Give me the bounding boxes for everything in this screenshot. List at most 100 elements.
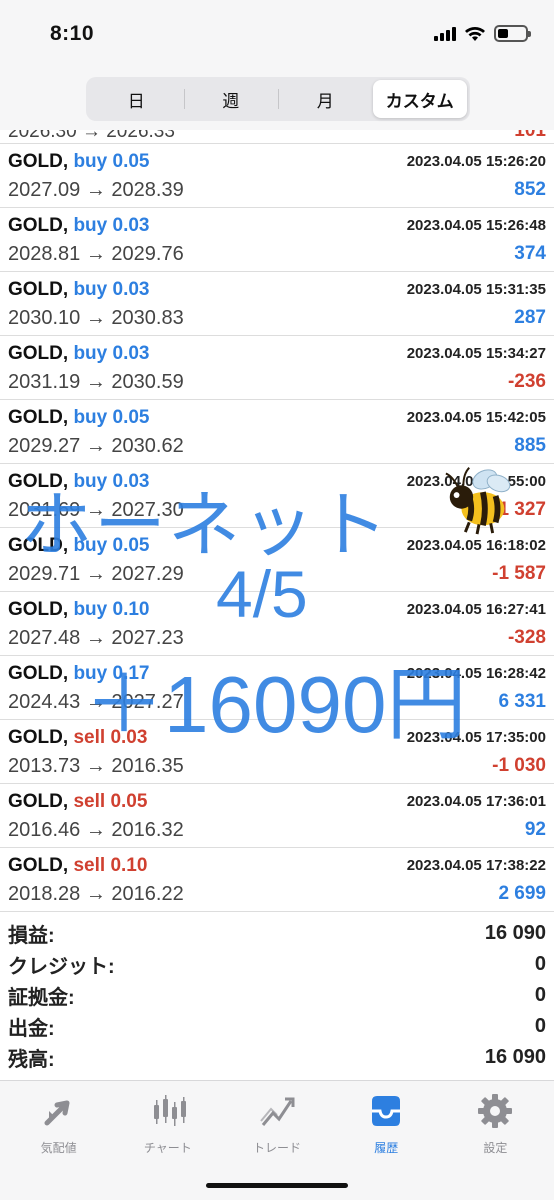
tab-chart[interactable]: チャート <box>113 1081 222 1200</box>
symbol-name: GOLD, <box>8 343 69 364</box>
trade-time: 2023.04.05 16:28:42 <box>406 665 546 682</box>
summary-value: 0 <box>534 953 546 975</box>
summary-label: 残高: <box>8 1049 55 1071</box>
trade-side: buy <box>73 343 108 364</box>
trade-side: buy <box>73 215 108 236</box>
trade-profit: 6 331 <box>498 691 546 712</box>
trade-volume: 0.10 <box>110 855 148 876</box>
list-item[interactable]: GOLD, buy 0.05 2023.04.05 16:18:02 2029.71… <box>0 528 554 592</box>
trade-symbol: GOLD, buy 0.05 <box>8 407 150 429</box>
trade-prices: 2018.28 → 2016.22 <box>8 883 184 905</box>
symbol-name: GOLD, <box>8 791 69 812</box>
period-filter-bar: 日週月カスタム <box>0 72 554 130</box>
summary-row-profit: 損益: 16 090 <box>0 918 554 949</box>
summary-row-balance: 残高: 16 090 <box>0 1042 554 1073</box>
list-item[interactable]: GOLD, buy 0.17 2023.04.05 16:28:42 2024.43… <box>0 656 554 720</box>
settings-icon <box>478 1094 513 1128</box>
list-item-partial[interactable]: 2026.30 → 2026.33 101 <box>0 130 554 144</box>
trade-volume: 0.10 <box>112 599 150 620</box>
symbol-name: GOLD, <box>8 407 69 428</box>
bottom-tab-bar: 気配値 チャート トレード 履歴 設定 <box>0 1080 554 1200</box>
summary-row-withdrawal: 出金: 0 <box>0 1011 554 1042</box>
summary-value: 16 090 <box>484 922 546 944</box>
trade-side: buy <box>73 407 108 428</box>
trade-side: buy <box>73 471 108 492</box>
trade-volume: 0.03 <box>112 215 150 236</box>
segment-week[interactable]: 週 <box>183 80 279 118</box>
list-item[interactable]: GOLD, buy 0.03 2023.04.05 15:31:35 2030.10… <box>0 272 554 336</box>
quotes-icon <box>44 1100 70 1126</box>
trade-side: buy <box>73 279 108 300</box>
segment-month[interactable]: 月 <box>278 80 373 118</box>
trade-symbol: GOLD, buy 0.05 <box>8 151 150 173</box>
trade-prices: 2024.43 → 2027.27 <box>8 691 184 713</box>
symbol-name: GOLD, <box>8 663 69 684</box>
trade-time: 2023.04.05 15:31:35 <box>406 281 546 298</box>
trade-volume: 0.03 <box>112 279 150 300</box>
trade-profit: -328 <box>507 627 546 648</box>
trade-history-list[interactable]: 2026.30 → 2026.33 101 GOLD, buy 0.05 2023… <box>0 130 554 913</box>
symbol-name: GOLD, <box>8 599 69 620</box>
symbol-name: GOLD, <box>8 215 69 236</box>
symbol-name: GOLD, <box>8 279 69 300</box>
trade-prices: 2029.71 → 2027.29 <box>8 563 184 585</box>
summary-value: 16 090 <box>484 1046 546 1068</box>
list-item[interactable]: GOLD, buy 0.05 2023.04.05 15:26:20 2027.09… <box>0 144 554 208</box>
history-icon <box>372 1096 401 1126</box>
status-bar: 8:10 <box>0 0 554 72</box>
trade-prices: 2016.46 → 2016.32 <box>8 819 184 841</box>
trade-prices: 2031.69 → 2027.30 <box>8 499 184 521</box>
status-time: 8:10 <box>50 22 95 45</box>
trade-time: 2023.04.05 17:35:00 <box>406 729 546 746</box>
trade-icon <box>260 1097 295 1126</box>
battery-icon <box>494 25 531 42</box>
trade-symbol: GOLD, sell 0.05 <box>8 791 147 813</box>
home-indicator <box>206 1183 348 1188</box>
trade-symbol: GOLD, buy 0.03 <box>8 279 150 301</box>
trade-side: buy <box>73 599 108 620</box>
segment-day[interactable]: 日 <box>89 80 184 118</box>
account-summary: 損益: 16 090 クレジット: 0 証拠金: 0 出金: 0 残高: 16 090 <box>0 918 554 1073</box>
summary-row-margin: 証拠金: 0 <box>0 980 554 1011</box>
trade-symbol: GOLD, buy 0.17 <box>8 663 150 685</box>
tab-settings[interactable]: 設定 <box>441 1081 550 1200</box>
trade-profit: -236 <box>507 371 546 392</box>
symbol-name: GOLD, <box>8 471 69 492</box>
trade-symbol: GOLD, buy 0.03 <box>8 471 150 493</box>
tab-quotes[interactable]: 気配値 <box>4 1081 113 1200</box>
list-item[interactable]: GOLD, buy 0.05 2023.04.05 15:42:05 2029.27… <box>0 400 554 464</box>
cellular-signal-icon <box>434 26 456 41</box>
list-item[interactable]: GOLD, buy 0.03 2023.04.05 15:34:27 2031.19… <box>0 336 554 400</box>
trade-volume: 0.03 <box>110 727 148 748</box>
trade-volume: 0.03 <box>112 471 150 492</box>
list-item[interactable]: GOLD, sell 0.10 2023.04.05 17:38:22 2018.2… <box>0 848 554 912</box>
list-item[interactable]: GOLD, buy 0.03 2023.04.05 15:55:00 2031.69… <box>0 464 554 528</box>
trade-volume: 0.05 <box>112 151 150 172</box>
trade-profit: 101 <box>514 130 546 141</box>
trade-profit: 2 699 <box>498 883 546 904</box>
list-item[interactable]: GOLD, buy 0.10 2023.04.05 16:27:41 2027.48… <box>0 592 554 656</box>
segment-custom[interactable]: カスタム <box>372 80 467 118</box>
trade-side: buy <box>73 151 108 172</box>
symbol-name: GOLD, <box>8 855 69 876</box>
summary-label: 証拠金: <box>8 987 75 1009</box>
trade-prices: 2028.81 → 2029.76 <box>8 243 184 265</box>
trade-side: buy <box>73 535 108 556</box>
trade-time: 2023.04.05 15:55:00 <box>406 473 546 490</box>
trade-prices: 2027.48 → 2027.23 <box>8 627 184 649</box>
tab-history[interactable]: 履歴 <box>332 1081 441 1200</box>
trade-prices: 2029.27 → 2030.62 <box>8 435 184 457</box>
summary-row-credit: クレジット: 0 <box>0 949 554 980</box>
trade-side: buy <box>73 663 108 684</box>
list-item[interactable]: GOLD, sell 0.05 2023.04.05 17:36:01 2016.4… <box>0 784 554 848</box>
trade-profit: 374 <box>514 243 546 264</box>
status-icons <box>434 25 531 42</box>
list-item[interactable]: GOLD, buy 0.03 2023.04.05 15:26:48 2028.81… <box>0 208 554 272</box>
trade-volume: 0.17 <box>112 663 150 684</box>
trade-profit: 287 <box>514 307 546 328</box>
list-item[interactable]: GOLD, sell 0.03 2023.04.05 17:35:00 2013.7… <box>0 720 554 784</box>
tab-label: 履歴 <box>374 1141 399 1155</box>
trade-prices: 2031.19 → 2030.59 <box>8 371 184 393</box>
summary-label: 損益: <box>8 925 55 947</box>
trade-side: sell <box>73 791 106 812</box>
